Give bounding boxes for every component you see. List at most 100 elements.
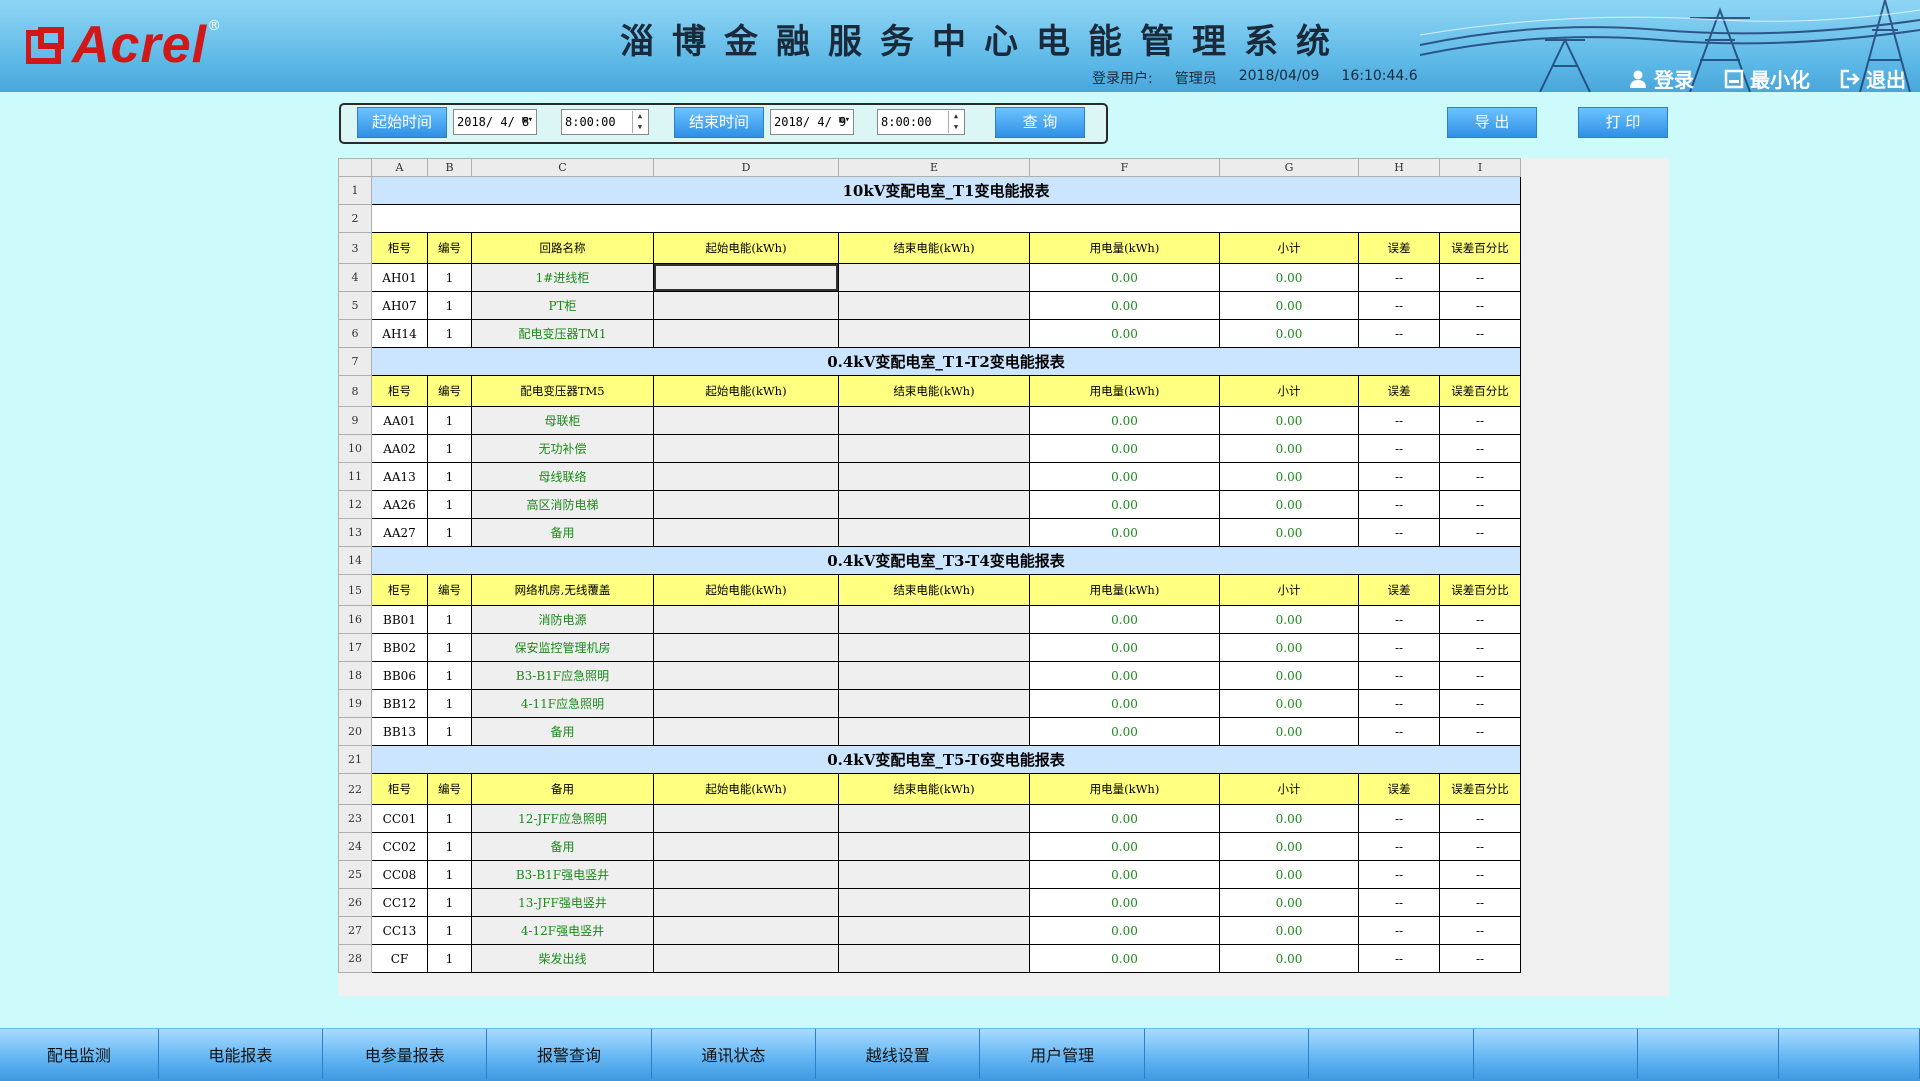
minimize-button[interactable]: 最小化 [1724, 64, 1810, 92]
number-cell[interactable]: 1 [428, 718, 472, 746]
error-cell[interactable]: -- [1359, 917, 1440, 945]
select-all-corner[interactable] [339, 159, 372, 177]
cabinet-code-cell[interactable]: AH14 [372, 320, 428, 348]
header-cell[interactable]: 误差百分比 [1440, 575, 1521, 606]
error-percent-cell[interactable]: -- [1440, 861, 1521, 889]
header-cell[interactable]: 柜号 [372, 575, 428, 606]
end-energy-cell[interactable] [839, 519, 1030, 547]
cabinet-code-cell[interactable]: BB02 [372, 634, 428, 662]
start-energy-cell[interactable] [654, 264, 839, 292]
error-cell[interactable]: -- [1359, 292, 1440, 320]
error-cell[interactable]: -- [1359, 320, 1440, 348]
row-header[interactable]: 15 [339, 575, 372, 606]
error-percent-cell[interactable]: -- [1440, 491, 1521, 519]
number-cell[interactable]: 1 [428, 435, 472, 463]
header-cell[interactable]: 小计 [1220, 233, 1359, 264]
subtotal-cell[interactable]: 0.00 [1220, 606, 1359, 634]
subtotal-cell[interactable]: 0.00 [1220, 292, 1359, 320]
header-cell[interactable]: 小计 [1220, 575, 1359, 606]
section-title[interactable]: 0.4kV变配电室_T5-T6变电能报表 [372, 746, 1521, 774]
error-cell[interactable]: -- [1359, 690, 1440, 718]
error-cell[interactable]: -- [1359, 435, 1440, 463]
usage-cell[interactable]: 0.00 [1030, 917, 1220, 945]
error-cell[interactable]: -- [1359, 805, 1440, 833]
circuit-name-cell[interactable]: 柴发出线 [472, 945, 654, 973]
error-cell[interactable]: -- [1359, 889, 1440, 917]
row-header[interactable]: 21 [339, 746, 372, 774]
header-cell[interactable]: 起始电能(kWh) [654, 774, 839, 805]
spin-arrows-icon[interactable]: ▲▼ [948, 111, 963, 133]
circuit-name-cell[interactable]: 高区消防电梯 [472, 491, 654, 519]
start-energy-cell[interactable] [654, 861, 839, 889]
error-percent-cell[interactable]: -- [1440, 917, 1521, 945]
number-cell[interactable]: 1 [428, 606, 472, 634]
number-cell[interactable]: 1 [428, 264, 472, 292]
cabinet-code-cell[interactable]: CC12 [372, 889, 428, 917]
row-header[interactable]: 20 [339, 718, 372, 746]
end-energy-cell[interactable] [839, 861, 1030, 889]
error-cell[interactable]: -- [1359, 861, 1440, 889]
error-percent-cell[interactable]: -- [1440, 519, 1521, 547]
circuit-name-cell[interactable]: B3-B1F应急照明 [472, 662, 654, 690]
number-cell[interactable]: 1 [428, 917, 472, 945]
usage-cell[interactable]: 0.00 [1030, 292, 1220, 320]
end-energy-cell[interactable] [839, 945, 1030, 973]
start-energy-cell[interactable] [654, 634, 839, 662]
cabinet-code-cell[interactable]: BB06 [372, 662, 428, 690]
error-cell[interactable]: -- [1359, 264, 1440, 292]
start-energy-cell[interactable] [654, 491, 839, 519]
number-cell[interactable]: 1 [428, 690, 472, 718]
start-energy-cell[interactable] [654, 945, 839, 973]
usage-cell[interactable]: 0.00 [1030, 945, 1220, 973]
header-cell[interactable]: 结束电能(kWh) [839, 233, 1030, 264]
calendar-dropdown-icon[interactable]: ▤▾ [839, 115, 850, 125]
row-header[interactable]: 7 [339, 348, 372, 376]
spin-arrows-icon[interactable]: ▲▼ [632, 111, 647, 133]
number-cell[interactable]: 1 [428, 320, 472, 348]
column-header[interactable]: B [428, 159, 472, 177]
start-energy-cell[interactable] [654, 718, 839, 746]
cabinet-code-cell[interactable]: AH01 [372, 264, 428, 292]
subtotal-cell[interactable]: 0.00 [1220, 519, 1359, 547]
row-header[interactable]: 4 [339, 264, 372, 292]
end-energy-cell[interactable] [839, 917, 1030, 945]
cabinet-code-cell[interactable]: CC08 [372, 861, 428, 889]
search-button[interactable]: 查 询 [995, 107, 1085, 138]
cabinet-code-cell[interactable]: AA27 [372, 519, 428, 547]
circuit-name-cell[interactable]: 母线联络 [472, 463, 654, 491]
error-percent-cell[interactable]: -- [1440, 889, 1521, 917]
start-energy-cell[interactable] [654, 320, 839, 348]
error-cell[interactable]: -- [1359, 491, 1440, 519]
subtotal-cell[interactable]: 0.00 [1220, 407, 1359, 435]
number-cell[interactable]: 1 [428, 945, 472, 973]
usage-cell[interactable]: 0.00 [1030, 491, 1220, 519]
section-title[interactable]: 10kV变配电室_T1变电能报表 [372, 177, 1521, 205]
error-cell[interactable]: -- [1359, 519, 1440, 547]
header-cell[interactable]: 回路名称 [472, 233, 654, 264]
row-header[interactable]: 25 [339, 861, 372, 889]
row-header[interactable]: 3 [339, 233, 372, 264]
usage-cell[interactable]: 0.00 [1030, 690, 1220, 718]
circuit-name-cell[interactable]: 保安监控管理机房 [472, 634, 654, 662]
header-cell[interactable]: 备用 [472, 774, 654, 805]
column-header[interactable]: F [1030, 159, 1220, 177]
error-cell[interactable]: -- [1359, 407, 1440, 435]
error-cell[interactable]: -- [1359, 634, 1440, 662]
cabinet-code-cell[interactable]: AA01 [372, 407, 428, 435]
circuit-name-cell[interactable]: 12-JFF应急照明 [472, 805, 654, 833]
header-cell[interactable]: 误差 [1359, 233, 1440, 264]
subtotal-cell[interactable]: 0.00 [1220, 945, 1359, 973]
number-cell[interactable]: 1 [428, 491, 472, 519]
subtotal-cell[interactable]: 0.00 [1220, 805, 1359, 833]
header-cell[interactable]: 编号 [428, 233, 472, 264]
section-title[interactable]: 0.4kV变配电室_T3-T4变电能报表 [372, 547, 1521, 575]
start-energy-cell[interactable] [654, 690, 839, 718]
error-percent-cell[interactable]: -- [1440, 292, 1521, 320]
usage-cell[interactable]: 0.00 [1030, 519, 1220, 547]
end-date-picker[interactable]: 2018/ 4/ 9 ▤▾ [770, 109, 854, 135]
subtotal-cell[interactable]: 0.00 [1220, 718, 1359, 746]
header-cell[interactable]: 误差 [1359, 774, 1440, 805]
cabinet-code-cell[interactable]: CC02 [372, 833, 428, 861]
header-cell[interactable]: 结束电能(kWh) [839, 376, 1030, 407]
header-cell[interactable]: 小计 [1220, 376, 1359, 407]
